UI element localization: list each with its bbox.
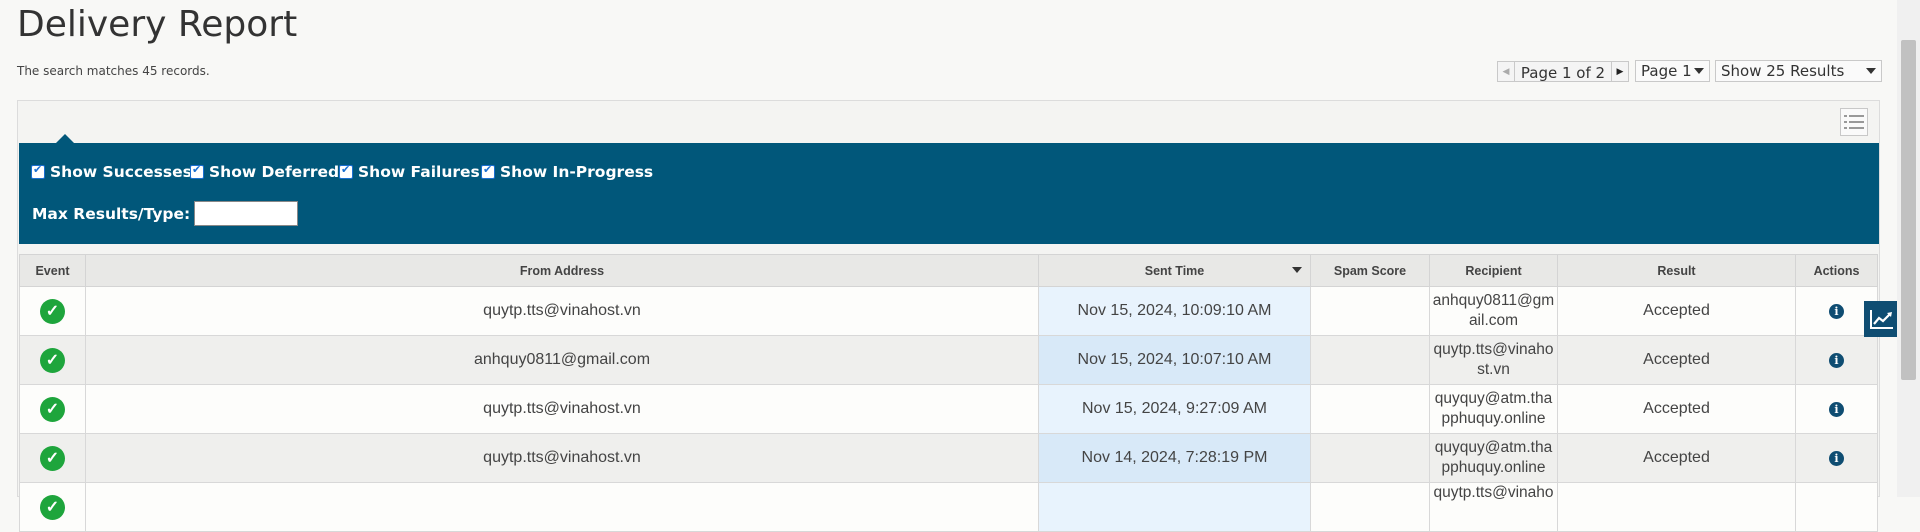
col-sent-time[interactable]: Sent Time (1038, 254, 1311, 287)
page-select-value: Page 1 (1641, 62, 1692, 80)
recipient: quytp.tts@vinaho (1429, 482, 1558, 532)
recipient: quyquy@atm.thapphuquy.online (1429, 433, 1558, 483)
checkbox-checked-icon (31, 163, 45, 179)
table-row: ✓ quytp.tts@vinahost.vn Nov 15, 2024, 9:… (19, 384, 1878, 434)
page-select[interactable]: Page 1 (1635, 60, 1710, 82)
checkbox-checked-icon (339, 163, 353, 179)
show-deferred-label: Show Deferred (209, 163, 340, 181)
info-icon[interactable]: i (1829, 451, 1844, 466)
recipient: quytp.tts@vinahost.vn (1429, 335, 1558, 385)
record-count: The search matches 45 records. (17, 64, 210, 78)
sent-time: Nov 15, 2024, 10:09:10 AM (1038, 286, 1311, 336)
checkbox-checked-icon (481, 163, 495, 179)
results-per-page-select[interactable]: Show 25 Results (1715, 60, 1882, 82)
show-failures-label: Show Failures (358, 163, 480, 181)
col-actions: Actions (1795, 254, 1878, 287)
event-cell: ✓ (19, 433, 86, 483)
page-title: Delivery Report (17, 4, 298, 45)
col-event[interactable]: Event (19, 254, 86, 287)
result: Accepted (1557, 335, 1796, 385)
scrollbar-thumb[interactable] (1901, 40, 1916, 380)
actions-cell: i (1795, 335, 1878, 385)
checkbox-checked-icon (190, 163, 204, 179)
column-list-button[interactable] (1840, 108, 1868, 136)
result: Accepted (1557, 433, 1796, 483)
success-icon: ✓ (40, 445, 65, 471)
max-results-row: Max Results/Type: (32, 201, 299, 226)
table-header-row: Event From Address Sent Time Spam Score … (19, 254, 1878, 287)
spam-score (1310, 286, 1430, 336)
event-cell: ✓ (19, 482, 86, 532)
vertical-scrollbar[interactable] (1897, 0, 1920, 497)
sent-time: Nov 14, 2024, 7:28:19 PM (1038, 433, 1311, 483)
recipient: quyquy@atm.thapphuquy.online (1429, 384, 1558, 434)
result: Accepted (1557, 384, 1796, 434)
filter-bar: Show Successes Show Deferred Show Failur… (19, 143, 1879, 244)
list-icon (1844, 115, 1864, 129)
show-in-progress-checkbox[interactable]: Show In-Progress (481, 163, 653, 181)
spam-score (1310, 433, 1430, 483)
trend-chart-icon (1870, 310, 1893, 329)
success-icon: ✓ (40, 298, 65, 324)
actions-cell: i (1795, 433, 1878, 483)
success-icon: ✓ (40, 396, 65, 422)
next-page-icon[interactable]: ▶ (1611, 62, 1628, 81)
from-address: quytp.tts@vinahost.vn (85, 286, 1039, 336)
success-icon: ✓ (40, 494, 65, 520)
col-spam-score[interactable]: Spam Score (1310, 254, 1430, 287)
table-row: ✓ anhquy0811@gmail.com Nov 15, 2024, 10:… (19, 335, 1878, 385)
pagination: ◀ Page 1 of 2 ▶ (1497, 61, 1629, 82)
success-icon: ✓ (40, 347, 65, 373)
prev-page-icon[interactable]: ◀ (1498, 62, 1515, 81)
max-results-label: Max Results/Type: (32, 204, 191, 223)
spam-score (1310, 482, 1430, 532)
event-cell: ✓ (19, 384, 86, 434)
sent-time: Nov 15, 2024, 9:27:09 AM (1038, 384, 1311, 434)
event-cell: ✓ (19, 286, 86, 336)
result (1557, 482, 1796, 532)
from-address (85, 482, 1039, 532)
spam-score (1310, 335, 1430, 385)
show-in-progress-label: Show In-Progress (500, 163, 654, 181)
results-select-value: Show 25 Results (1721, 62, 1845, 80)
page-indicator: Page 1 of 2 (1520, 63, 1606, 82)
col-sent-time-label: Sent Time (1144, 263, 1205, 278)
chevron-down-icon (1694, 68, 1704, 74)
sent-time (1038, 482, 1311, 532)
col-result[interactable]: Result (1557, 254, 1796, 287)
table-row: ✓ quytp.tts@vinahost.vn Nov 14, 2024, 7:… (19, 433, 1878, 483)
actions-cell: i (1795, 384, 1878, 434)
actions-cell (1795, 482, 1878, 532)
info-icon[interactable]: i (1829, 304, 1844, 319)
result: Accepted (1557, 286, 1796, 336)
table-row: ✓ quytp.tts@vinahost.vn Nov 15, 2024, 10… (19, 286, 1878, 336)
show-successes-label: Show Successes (50, 163, 192, 181)
info-icon[interactable]: i (1829, 353, 1844, 368)
sort-desc-icon (1292, 267, 1302, 273)
col-recipient[interactable]: Recipient (1429, 254, 1558, 287)
chevron-down-icon (1866, 68, 1876, 74)
from-address: anhquy0811@gmail.com (85, 335, 1039, 385)
from-address: quytp.tts@vinahost.vn (85, 384, 1039, 434)
delivery-table: Event From Address Sent Time Spam Score … (19, 254, 1878, 532)
sent-time: Nov 15, 2024, 10:07:10 AM (1038, 335, 1311, 385)
show-deferred-checkbox[interactable]: Show Deferred (190, 163, 339, 181)
show-successes-checkbox[interactable]: Show Successes (31, 163, 192, 181)
from-address: quytp.tts@vinahost.vn (85, 433, 1039, 483)
col-from-address[interactable]: From Address (85, 254, 1039, 287)
info-icon[interactable]: i (1829, 402, 1844, 417)
show-failures-checkbox[interactable]: Show Failures (339, 163, 480, 181)
table-row: ✓ quytp.tts@vinaho (19, 482, 1878, 532)
spam-score (1310, 384, 1430, 434)
event-cell: ✓ (19, 335, 86, 385)
chart-button[interactable] (1864, 301, 1900, 337)
max-results-input[interactable] (194, 201, 299, 226)
recipient: anhquy0811@gmail.com (1429, 286, 1558, 336)
